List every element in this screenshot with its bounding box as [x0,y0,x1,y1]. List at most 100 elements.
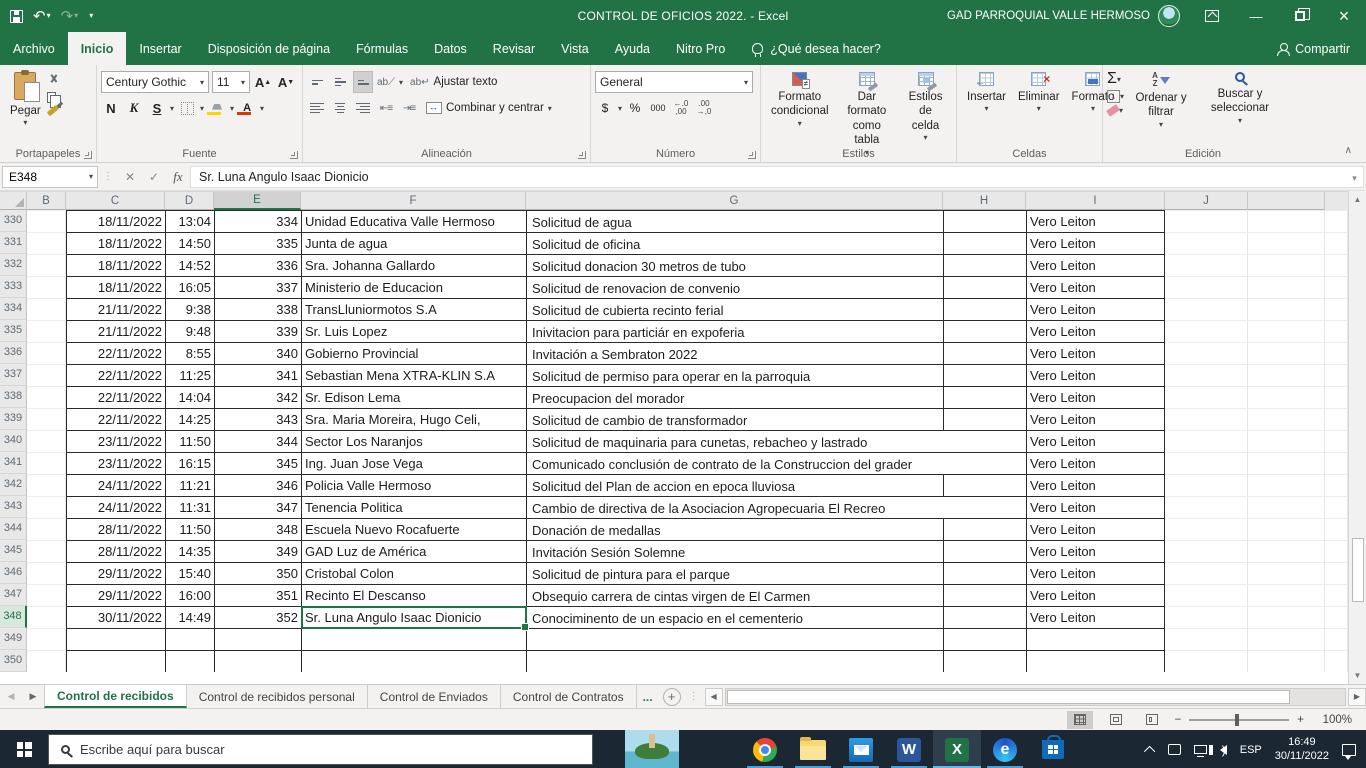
ribbon-tab-f-rmulas[interactable]: Fórmulas [343,32,421,65]
cell-partial-334[interactable] [1325,298,1348,320]
cell-A340[interactable] [27,430,66,452]
expand-formula-bar-icon[interactable]: ▾ [1346,166,1364,188]
minimize-button[interactable]: — [1234,0,1278,32]
cell-A349[interactable] [27,628,66,650]
cell-C343[interactable]: 11:31 [165,496,214,518]
cell-F339[interactable]: Solicitud de cambio de transformador [526,408,943,430]
taskbar-search-input[interactable]: Escribe aquí para buscar [48,734,593,765]
cell-H341[interactable]: Vero Leiton [1026,452,1165,474]
cell-E337[interactable]: Sebastian Mena XTRA-KLIN S.A [301,364,526,386]
sort-filter-button[interactable]: AZ Ordenar y filtrar ▾ [1124,69,1198,133]
increase-font-icon[interactable]: A▲ [253,71,273,93]
cell-J334[interactable] [1248,298,1325,320]
cell-C341[interactable]: 16:15 [165,452,214,474]
column-header-B[interactable]: B [27,192,66,210]
cell-styles-button[interactable]: Estilos de celda ▾ [899,69,952,161]
cell-F330[interactable]: Solicitud de agua [526,210,943,232]
share-button[interactable]: Compartir [1277,32,1366,65]
cell-J337[interactable] [1248,364,1325,386]
cell-partial-349[interactable] [1325,628,1348,650]
row-header-338[interactable]: 338 [0,386,27,408]
sheet-nav-right-icon[interactable]: ▶ [22,685,44,708]
save-icon[interactable] [10,10,23,23]
customize-qat-icon[interactable]: ▾ [88,12,93,20]
cell-I331[interactable] [1165,232,1248,254]
column-header-C[interactable]: C [66,192,165,210]
clipboard-dialog-launcher[interactable] [84,151,92,159]
cell-B339[interactable]: 22/11/2022 [66,408,165,430]
row-header-340[interactable]: 340 [0,430,27,452]
cell-I336[interactable] [1165,342,1248,364]
format-as-table-button[interactable]: Dar formato como tabla ▾ [835,69,900,161]
cell-E344[interactable]: Escuela Nuevo Rocafuerte [301,518,526,540]
cell-A346[interactable] [27,562,66,584]
row-header-350[interactable]: 350 [0,650,27,672]
cell-partial-333[interactable] [1325,276,1348,298]
cell-A339[interactable] [27,408,66,430]
cell-J345[interactable] [1248,540,1325,562]
merge-center-button[interactable]: Combinar y centrar ▾ [422,100,556,116]
device-tray-icon[interactable] [1168,744,1181,755]
network-icon[interactable] [1194,745,1207,754]
cell-C331[interactable]: 14:50 [165,232,214,254]
cell-B345[interactable]: 28/11/2022 [66,540,165,562]
horizontal-scroll-thumb[interactable] [727,690,1291,704]
delete-cells-button[interactable]: × Eliminar ▾ [1012,69,1066,117]
insert-cells-button[interactable]: ← Insertar ▾ [961,69,1012,117]
cell-H342[interactable]: Vero Leiton [1026,474,1165,496]
cell-partial-344[interactable] [1325,518,1348,540]
cell-I343[interactable] [1165,496,1248,518]
cell-F344[interactable]: Donación de medallas [526,518,943,540]
cell-partial-336[interactable] [1325,342,1348,364]
cell-H338[interactable]: Vero Leiton [1026,386,1165,408]
cell-E338[interactable]: Sr. Edison Lema [301,386,526,408]
cell-partial-342[interactable] [1325,474,1348,496]
cell-partial-348[interactable] [1325,606,1348,628]
cell-I333[interactable] [1165,276,1248,298]
cell-E347[interactable]: Recinto El Descanso [301,584,526,606]
cell-D331[interactable]: 335 [214,232,301,254]
cell-D348[interactable]: 352 [214,606,301,628]
cell-F348[interactable]: Conociminento de un espacio en el cement… [526,606,943,628]
cell-H333[interactable]: Vero Leiton [1026,276,1165,298]
name-box[interactable]: E348▾ [2,166,98,188]
cell-C332[interactable]: 14:52 [165,254,214,276]
column-header-D[interactable]: D [165,192,214,210]
increase-indent-icon[interactable]: ⇥≡ [399,97,419,119]
cell-D336[interactable]: 340 [214,342,301,364]
sheet-tab-control-de-recibidos-personal[interactable]: Control de recibidos personal [187,685,368,708]
cell-H336[interactable]: Vero Leiton [1026,342,1165,364]
cell-C335[interactable]: 9:48 [165,320,214,342]
formula-input[interactable]: Sr. Luna Angulo Isaac Dionicio [190,166,1346,188]
cell-F347[interactable]: Obsequio carrera de cintas virgen de El … [526,584,943,606]
cell-I335[interactable] [1165,320,1248,342]
cell-A334[interactable] [27,298,66,320]
cell-J348[interactable] [1248,606,1325,628]
cell-C342[interactable]: 11:21 [165,474,214,496]
cell-A342[interactable] [27,474,66,496]
copy-icon[interactable] [47,92,56,103]
cell-B336[interactable]: 22/11/2022 [66,342,165,364]
cancel-entry-icon[interactable]: ✕ [118,170,142,184]
taskbar-app-store[interactable] [1029,730,1077,768]
cell-F345[interactable]: Invitación Sesión Solemne [526,540,943,562]
cell-D350[interactable] [214,650,301,672]
cell-partial-343[interactable] [1325,496,1348,518]
taskbar-app-mail[interactable] [837,730,885,768]
taskbar-app-chrome[interactable] [741,730,789,768]
cell-B341[interactable]: 23/11/2022 [66,452,165,474]
cell-I347[interactable] [1165,584,1248,606]
cell-partial-340[interactable] [1325,430,1348,452]
cell-partial-330[interactable] [1325,210,1348,232]
cell-E340[interactable]: Sector Los Naranjos [301,430,526,452]
close-button[interactable]: × [1322,0,1366,32]
cell-E342[interactable]: Policia Valle Hermoso [301,474,526,496]
cell-I338[interactable] [1165,386,1248,408]
cell-A332[interactable] [27,254,66,276]
cell-J342[interactable] [1248,474,1325,496]
cell-I332[interactable] [1165,254,1248,276]
cell-F332[interactable]: Solicitud donacion 30 metros de tubo [526,254,943,276]
restore-button[interactable] [1278,0,1322,32]
cell-partial-350[interactable] [1325,650,1348,672]
cell-D347[interactable]: 351 [214,584,301,606]
